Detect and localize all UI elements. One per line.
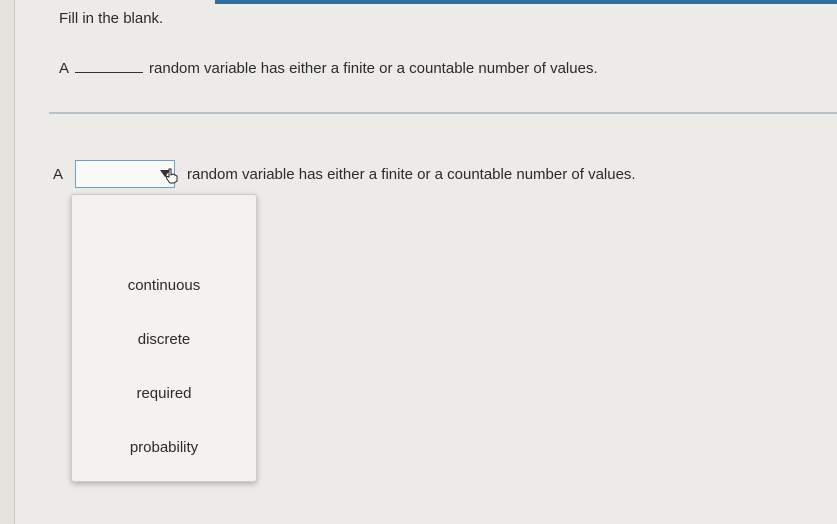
top-accent-bar bbox=[215, 0, 837, 4]
option-probability[interactable]: probability bbox=[72, 439, 256, 456]
question-blank bbox=[75, 60, 144, 73]
question-prefix: A bbox=[59, 60, 70, 77]
instruction-text: Fill in the blank. bbox=[59, 10, 164, 27]
hand-cursor-icon bbox=[165, 168, 178, 184]
answer-prefix: A bbox=[53, 166, 64, 183]
section-divider bbox=[49, 112, 837, 114]
answer-suffix: random variable has either a finite or a… bbox=[187, 166, 636, 183]
question-panel: Fill in the blank. Arandom variable has … bbox=[14, 0, 837, 524]
question-suffix: random variable has either a finite or a… bbox=[149, 60, 598, 77]
question-sentence: Arandom variable has either a finite or … bbox=[59, 60, 598, 77]
answer-dropdown[interactable] bbox=[75, 160, 175, 188]
dropdown-menu: continuous discrete required probability bbox=[71, 194, 257, 482]
option-discrete[interactable]: discrete bbox=[72, 331, 256, 348]
option-continuous[interactable]: continuous bbox=[72, 277, 256, 294]
option-required[interactable]: required bbox=[72, 385, 256, 402]
